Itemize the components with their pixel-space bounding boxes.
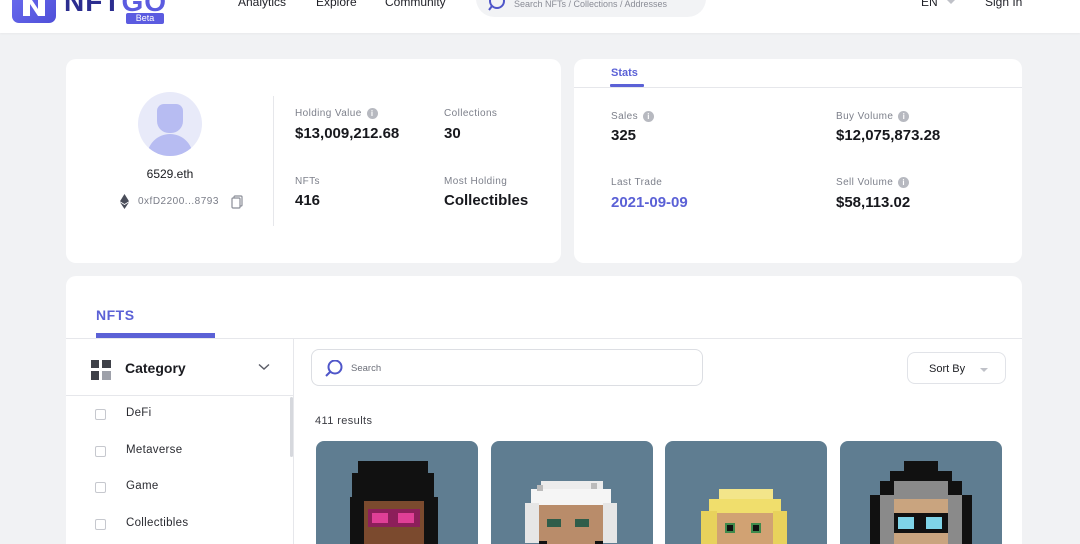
results-count: 411 results	[315, 415, 373, 427]
sign-in-link[interactable]: Sign In	[985, 0, 1022, 9]
nav-link-analytics[interactable]: Analytics	[238, 0, 286, 9]
avatar	[138, 92, 202, 156]
nft-image	[350, 461, 438, 544]
chevron-down-icon	[980, 368, 988, 372]
category-checkbox-game[interactable]	[95, 482, 106, 493]
category-label-defi[interactable]: DeFi	[126, 407, 151, 419]
nft-card[interactable]	[665, 441, 827, 544]
holding-value: $13,009,212.68	[295, 125, 400, 142]
top-navbar: NFTGO Beta Analytics Explore Community S…	[0, 0, 1080, 33]
nft-image	[701, 489, 787, 544]
category-checkbox-defi[interactable]	[95, 409, 106, 420]
sort-by-dropdown[interactable]: Sort By	[907, 352, 1006, 384]
buy-volume-value: $12,075,873.28	[836, 127, 941, 144]
search-placeholder: Search	[351, 363, 382, 374]
info-icon[interactable]: i	[366, 108, 378, 119]
divider	[574, 87, 1022, 88]
category-label-game[interactable]: Game	[126, 480, 159, 492]
nft-image	[870, 461, 972, 544]
nfts-count: 416	[295, 192, 321, 209]
search-icon	[325, 360, 343, 377]
info-icon[interactable]: i	[898, 111, 910, 122]
tab-nfts[interactable]: NFTS	[96, 307, 135, 323]
sell-volume-value: $58,113.02	[836, 194, 911, 211]
nfts-label: NFTs	[295, 176, 320, 187]
stats-card: Stats Sales i 325 Buy Volume i $12,075,873…	[574, 59, 1022, 263]
grid-icon	[91, 360, 111, 380]
nft-search-input[interactable]: Search	[311, 349, 703, 386]
most-holding-value: Collectibles	[444, 192, 529, 209]
sales-label: Sales i	[611, 111, 655, 122]
copy-icon[interactable]	[231, 195, 243, 209]
holding-value-label: Holding Value i	[295, 108, 378, 119]
search-placeholder: Search NFTs / Collections / Addresses	[514, 0, 668, 9]
category-label-metaverse[interactable]: Metaverse	[126, 444, 182, 456]
search-icon	[488, 0, 505, 11]
divider	[293, 339, 294, 544]
ens-name: 6529.eth	[146, 167, 194, 181]
collections-label: Collections	[444, 108, 498, 119]
category-title[interactable]: Category	[125, 360, 186, 376]
divider	[66, 338, 1022, 339]
nav-link-community[interactable]: Community	[385, 0, 446, 9]
wallet-address: 0xfD2200...8793	[138, 196, 219, 207]
nav-link-explore[interactable]: Explore	[316, 0, 357, 9]
most-holding-label: Most Holding	[444, 176, 508, 187]
info-icon[interactable]: i	[898, 177, 910, 188]
category-checkbox-metaverse[interactable]	[95, 446, 106, 457]
language-selector[interactable]: EN	[921, 0, 938, 9]
buy-volume-label: Buy Volume i	[836, 111, 910, 122]
category-label-collectibles[interactable]: Collectibles	[126, 517, 188, 529]
global-search-input[interactable]: Search NFTs / Collections / Addresses	[476, 0, 706, 17]
beta-badge: Beta	[126, 13, 164, 24]
sort-by-label: Sort By	[929, 363, 966, 375]
chevron-down-icon[interactable]	[258, 363, 270, 371]
divider	[66, 395, 293, 396]
tab-stats[interactable]: Stats	[611, 67, 638, 79]
nft-card[interactable]	[316, 441, 478, 544]
sell-volume-label: Sell Volume i	[836, 177, 910, 188]
sales-value: 325	[611, 127, 637, 144]
nft-card[interactable]	[840, 441, 1002, 544]
collections-count: 30	[444, 125, 461, 142]
category-checkbox-collectibles[interactable]	[95, 519, 106, 530]
ethereum-icon	[120, 194, 129, 209]
last-trade-value[interactable]: 2021-09-09	[611, 194, 688, 211]
divider	[273, 96, 274, 226]
profile-card: 6529.eth 0xfD2200...8793 Holding Value i …	[66, 59, 561, 263]
nft-card[interactable]	[491, 441, 653, 544]
nfts-panel: NFTS Category DeFi Metaverse Game Collec…	[66, 276, 1022, 544]
chevron-down-icon[interactable]	[947, 0, 955, 4]
nftgo-logo-icon[interactable]	[12, 0, 56, 23]
info-icon[interactable]: i	[643, 111, 655, 122]
nft-image	[525, 481, 617, 544]
last-trade-label: Last Trade	[611, 177, 663, 188]
scrollbar[interactable]	[290, 397, 293, 457]
